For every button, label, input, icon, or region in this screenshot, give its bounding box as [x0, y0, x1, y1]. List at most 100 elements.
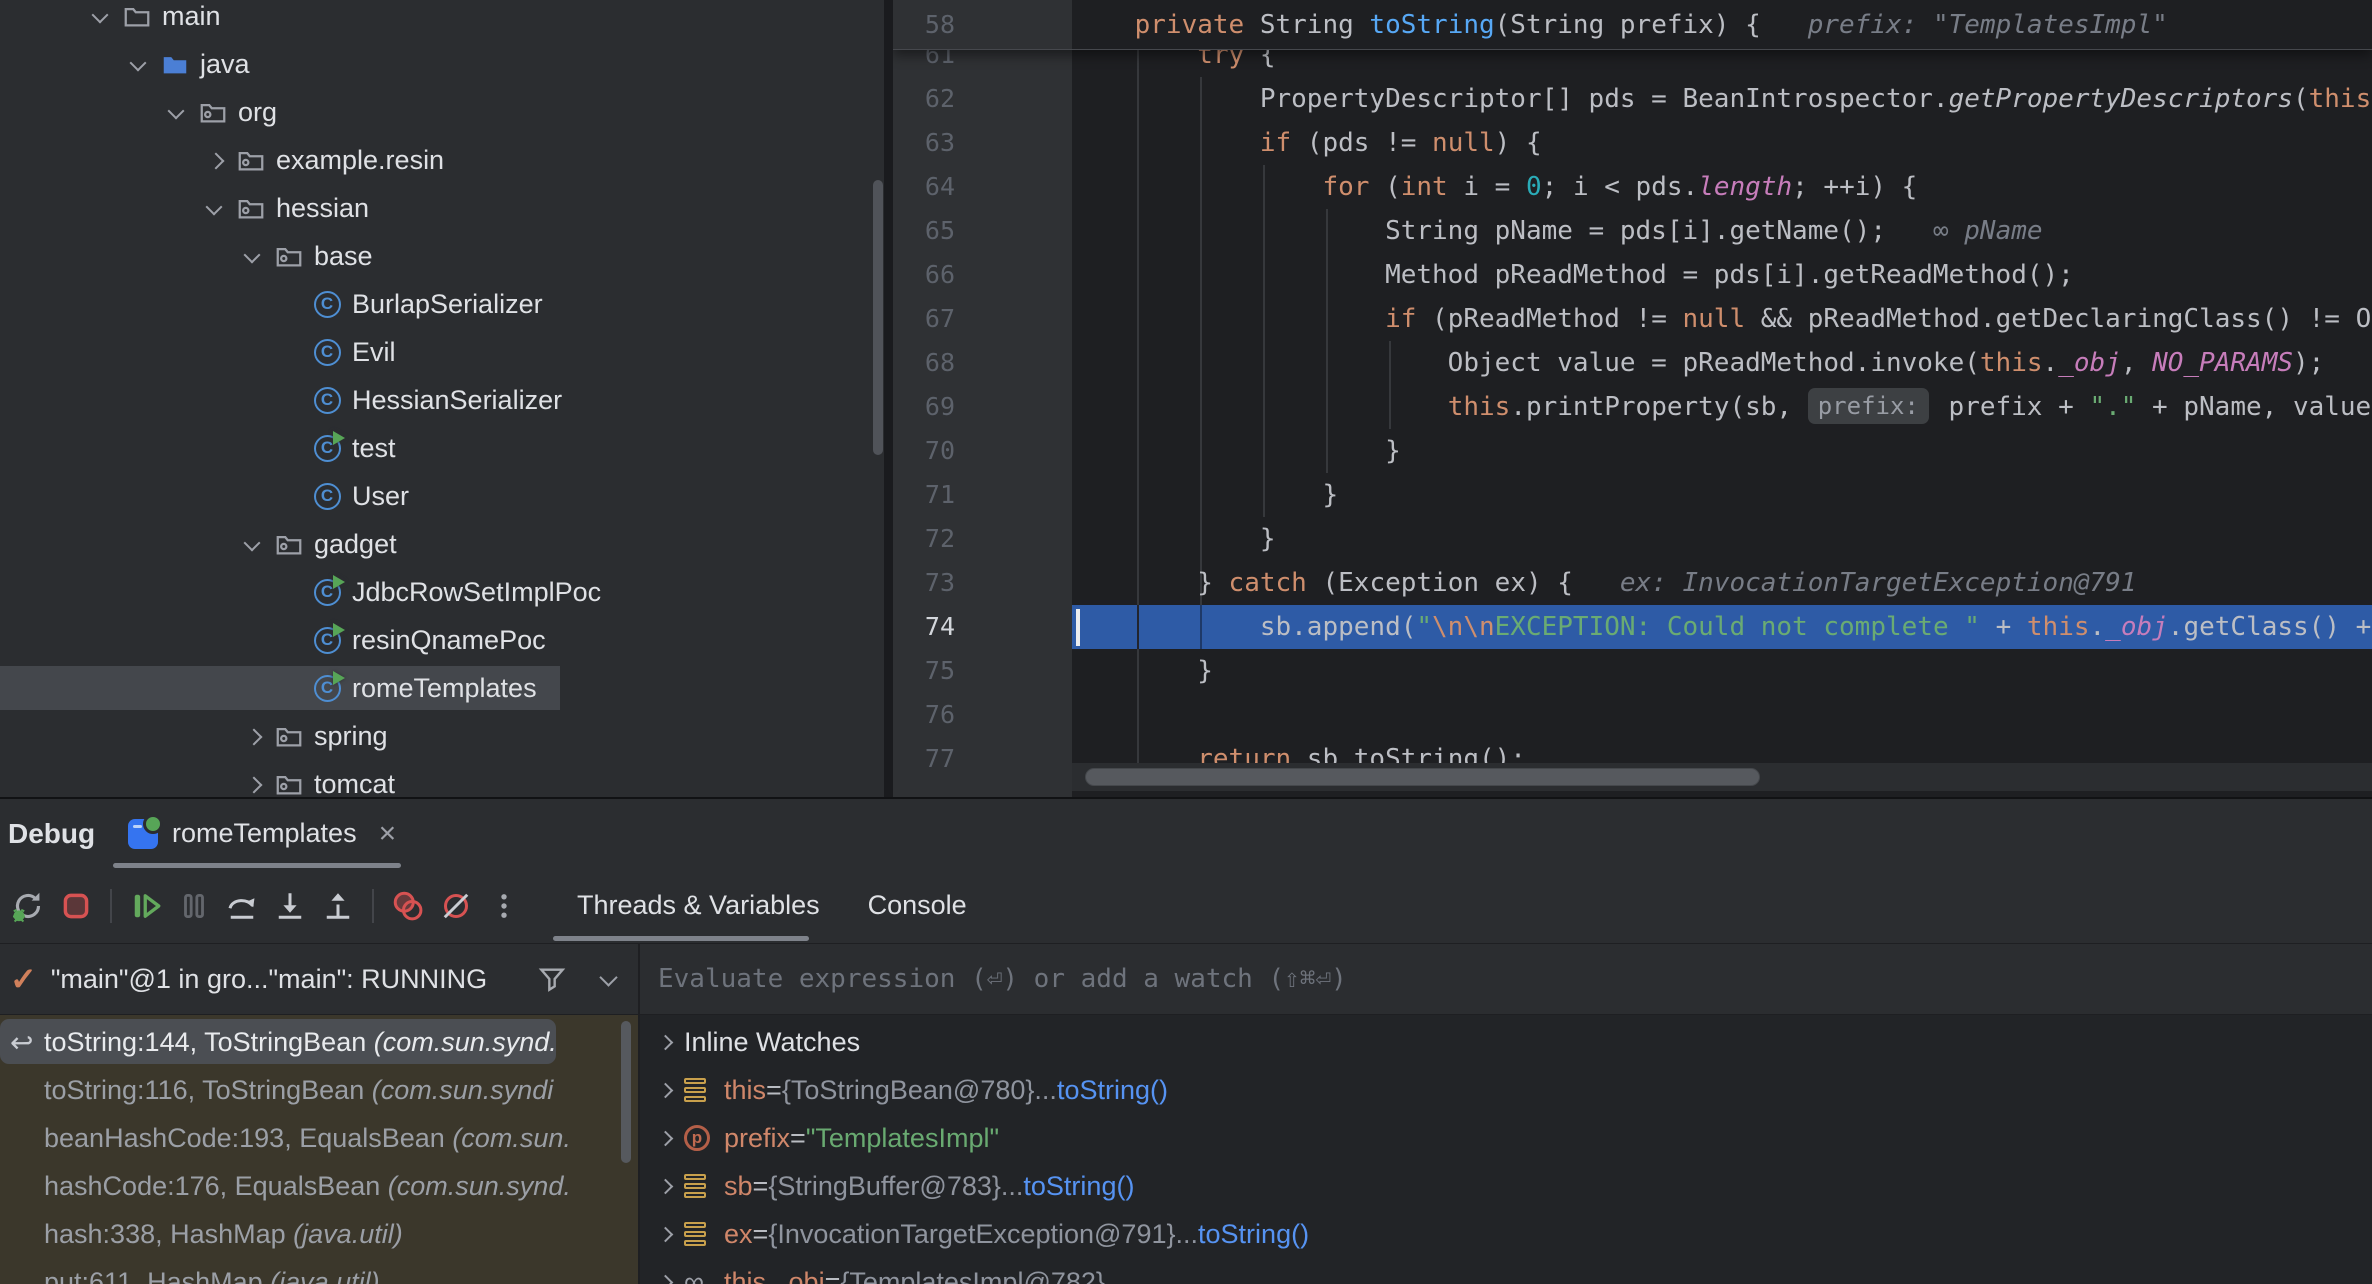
- stack-frame-row[interactable]: ↩toString:144, ToStringBean (com.sun.syn…: [0, 1018, 638, 1066]
- chevron-right-icon[interactable]: [235, 760, 273, 797]
- line-number[interactable]: 73: [893, 561, 955, 605]
- code-line-63[interactable]: 63 if (pds != null) {: [893, 121, 2372, 165]
- more-options-button[interactable]: [480, 882, 528, 930]
- line-number[interactable]: 74: [893, 605, 955, 649]
- line-code[interactable]: this.printProperty(sb, prefix: prefix + …: [1072, 385, 2372, 429]
- variables-group-inline-watches[interactable]: Inline Watches: [640, 1018, 2372, 1066]
- line-code[interactable]: PropertyDescriptor[] pds = BeanIntrospec…: [1072, 77, 2371, 121]
- pause-program-button[interactable]: [170, 882, 218, 930]
- line-number[interactable]: 68: [893, 341, 955, 385]
- variable-row-this[interactable]: this = {ToStringBean@780} ... toString(): [640, 1066, 2372, 1114]
- line-code[interactable]: if (pReadMethod != null && pReadMethod.g…: [1072, 297, 2371, 341]
- line-number[interactable]: 64: [893, 165, 955, 209]
- variable-row-sb[interactable]: sb = {StringBuffer@783} ... toString(): [640, 1162, 2372, 1210]
- line-code[interactable]: Method pReadMethod = pds[i].getReadMetho…: [1072, 253, 2074, 297]
- step-out-button[interactable]: [314, 882, 362, 930]
- line-number[interactable]: 63: [893, 121, 955, 165]
- chevron-right-icon[interactable]: [650, 1018, 684, 1066]
- code-line-65[interactable]: 65 String pName = pds[i].getName(); ∞ pN…: [893, 209, 2372, 253]
- code-line-71[interactable]: 71 }: [893, 473, 2372, 517]
- line-number[interactable]: 70: [893, 429, 955, 473]
- code-line-66[interactable]: 66 Method pReadMethod = pds[i].getReadMe…: [893, 253, 2372, 297]
- stack-frame-row[interactable]: hash:338, HashMap (java.util): [0, 1210, 638, 1258]
- line-number[interactable]: 65: [893, 209, 955, 253]
- chevron-right-icon[interactable]: [650, 1066, 684, 1114]
- code-line-62[interactable]: 62 PropertyDescriptor[] pds = BeanIntros…: [893, 77, 2372, 121]
- project-tree-scrollbar[interactable]: [873, 180, 883, 455]
- line-code[interactable]: }: [1072, 517, 1276, 561]
- code-editor[interactable]: 61 try {62 PropertyDescriptor[] pds = Be…: [893, 0, 2372, 797]
- close-icon[interactable]: ×: [379, 819, 397, 849]
- step-over-button[interactable]: [218, 882, 266, 930]
- line-number[interactable]: 69: [893, 385, 955, 429]
- editor-hscrollbar-thumb[interactable]: [1085, 768, 1760, 786]
- variable-row-this-_obj[interactable]: ∞this._obj = {TemplatesImpl@782}: [640, 1258, 2372, 1284]
- chevron-right-icon[interactable]: [650, 1162, 684, 1210]
- tree-item-hessian[interactable]: hessian: [0, 184, 884, 232]
- tree-item-resinQnamePoc[interactable]: CresinQnamePoc: [0, 616, 884, 664]
- variable-row-ex[interactable]: ex = {InvocationTargetException@791} ...…: [640, 1210, 2372, 1258]
- line-code[interactable]: sb.append("\n\nEXCEPTION: Could not comp…: [1072, 605, 2371, 649]
- code-line-75[interactable]: 75 }: [893, 649, 2372, 693]
- line-number[interactable]: 67: [893, 297, 955, 341]
- tab-threads-and-variables[interactable]: Threads & Variables: [553, 868, 844, 943]
- rerun-debug-button[interactable]: [4, 882, 52, 930]
- chevron-down-icon[interactable]: [235, 232, 273, 280]
- code-line-68[interactable]: 68 Object value = pReadMethod.invoke(thi…: [893, 341, 2372, 385]
- tree-item-main[interactable]: main: [0, 0, 884, 40]
- tab-console[interactable]: Console: [844, 868, 991, 943]
- code-line-69[interactable]: 69 this.printProperty(sb, prefix: prefix…: [893, 385, 2372, 429]
- chevron-down-icon[interactable]: [235, 520, 273, 568]
- chevron-down-icon[interactable]: [197, 184, 235, 232]
- tree-item-Evil[interactable]: CEvil: [0, 328, 884, 376]
- tree-item-test[interactable]: Ctest: [0, 424, 884, 472]
- tree-item-JdbcRowSetImplPoc[interactable]: CJdbcRowSetImplPoc: [0, 568, 884, 616]
- tree-item-tomcat[interactable]: tomcat: [0, 760, 884, 797]
- thread-selector[interactable]: ✓ "main"@1 in gro..."main": RUNNING: [0, 944, 640, 1014]
- frames-scrollbar[interactable]: [621, 1021, 631, 1163]
- tree-item-example.resin[interactable]: example.resin: [0, 136, 884, 184]
- code-line-73[interactable]: 73 } catch (Exception ex) { ex: Invocati…: [893, 561, 2372, 605]
- tree-editor-splitter[interactable]: [884, 0, 893, 797]
- debug-session-tab[interactable]: romeTemplates ×: [128, 799, 396, 868]
- tostring-link[interactable]: toString(): [1023, 1171, 1134, 1202]
- code-line-72[interactable]: 72 }: [893, 517, 2372, 561]
- editor-hscrollbar-track[interactable]: [1072, 763, 2372, 791]
- tree-item-User[interactable]: CUser: [0, 472, 884, 520]
- filter-icon[interactable]: [536, 963, 568, 995]
- chevron-right-icon[interactable]: [235, 712, 273, 760]
- line-code[interactable]: }: [1072, 473, 1338, 517]
- chevron-down-icon[interactable]: [83, 0, 121, 40]
- tree-item-HessianSerializer[interactable]: CHessianSerializer: [0, 376, 884, 424]
- line-number[interactable]: 75: [893, 649, 955, 693]
- stack-frame-row[interactable]: put:611, HashMap (java.util): [0, 1258, 638, 1284]
- stop-button[interactable]: [52, 882, 100, 930]
- line-code[interactable]: }: [1072, 649, 1213, 693]
- code-line-76[interactable]: 76: [893, 693, 2372, 737]
- variable-row-prefix[interactable]: pprefix = "TemplatesImpl": [640, 1114, 2372, 1162]
- line-code[interactable]: String pName = pds[i].getName(); ∞ pName: [1072, 209, 2043, 253]
- line-number[interactable]: 77: [893, 737, 955, 781]
- tree-item-BurlapSerializer[interactable]: CBurlapSerializer: [0, 280, 884, 328]
- stack-frame-row[interactable]: toString:116, ToStringBean (com.sun.synd…: [0, 1066, 638, 1114]
- chevron-right-icon[interactable]: [650, 1258, 684, 1284]
- sticky-header-line[interactable]: 58 private String toString(String prefix…: [893, 0, 2372, 50]
- chevron-right-icon[interactable]: [197, 136, 235, 184]
- tostring-link[interactable]: toString(): [1198, 1219, 1309, 1250]
- line-number[interactable]: 66: [893, 253, 955, 297]
- line-number[interactable]: 71: [893, 473, 955, 517]
- code-line-70[interactable]: 70 }: [893, 429, 2372, 473]
- line-code[interactable]: if (pds != null) {: [1072, 121, 1542, 165]
- line-number[interactable]: 76: [893, 693, 955, 737]
- code-line-67[interactable]: 67 if (pReadMethod != null && pReadMetho…: [893, 297, 2372, 341]
- code-line-74[interactable]: 74 sb.append("\n\nEXCEPTION: Could not c…: [893, 605, 2372, 649]
- line-code[interactable]: } catch (Exception ex) { ex: InvocationT…: [1072, 561, 2136, 605]
- tostring-link[interactable]: toString(): [1057, 1075, 1168, 1106]
- tree-item-romeTemplates[interactable]: CromeTemplates: [0, 664, 884, 712]
- stack-frame-row[interactable]: hashCode:176, EqualsBean (com.sun.synd.: [0, 1162, 638, 1210]
- tree-item-gadget[interactable]: gadget: [0, 520, 884, 568]
- stack-frame-row[interactable]: beanHashCode:193, EqualsBean (com.sun.: [0, 1114, 638, 1162]
- line-number[interactable]: 72: [893, 517, 955, 561]
- chevron-right-icon[interactable]: [650, 1114, 684, 1162]
- code-line-64[interactable]: 64 for (int i = 0; i < pds.length; ++i) …: [893, 165, 2372, 209]
